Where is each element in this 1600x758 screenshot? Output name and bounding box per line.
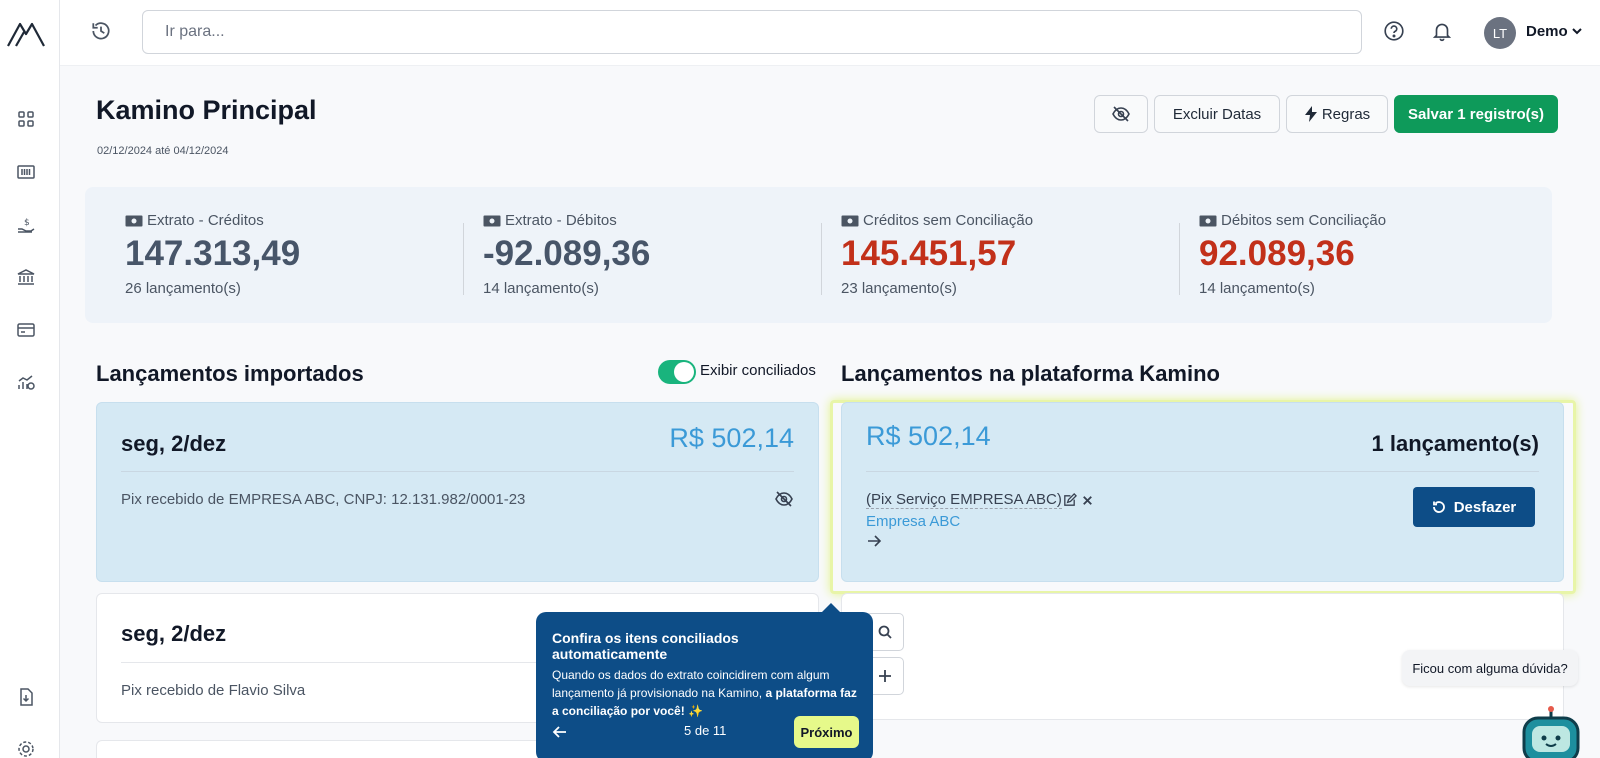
stat-extrato-debitos: Extrato - Débitos -92.089,36 14 lançamen… (483, 212, 813, 297)
entry-amount: R$ 502,14 (669, 423, 794, 453)
svg-text:$: $ (24, 218, 30, 228)
entry-date: seg, 2/dez (121, 621, 227, 646)
platform-entry-description[interactable]: (Pix Serviço EMPRESA ABC) (866, 491, 1062, 509)
divider (463, 223, 464, 295)
platform-count: 1 lançamento(s) (1371, 431, 1540, 456)
cash-icon (841, 215, 859, 226)
plus-icon (879, 670, 891, 682)
help-icon[interactable] (1383, 20, 1405, 42)
close-icon[interactable] (1080, 493, 1095, 508)
delete-dates-button[interactable]: Excluir Datas (1154, 95, 1280, 133)
show-reconciled-label: Exibir conciliados (700, 362, 816, 379)
tour-body: Quando os dados do extrato coincidirem c… (552, 666, 857, 720)
stat-value: -92.089,36 (483, 234, 651, 273)
tour-step-indicator: 5 de 11 (684, 723, 727, 738)
show-reconciled-toggle[interactable] (658, 360, 696, 384)
stat-count: 23 lançamento(s) (841, 279, 957, 297)
entry-description: Pix recebido de Flavio Silva (121, 682, 306, 699)
stat-count: 14 lançamento(s) (1199, 279, 1315, 297)
stat-count: 26 lançamento(s) (125, 279, 241, 297)
chevron-down-icon[interactable] (1570, 24, 1584, 38)
help-chat-bubble[interactable]: Ficou com alguma dúvida? (1402, 650, 1578, 686)
page-title: Kamino Principal (96, 95, 317, 125)
cash-icon (125, 215, 143, 226)
undo-icon (1432, 501, 1445, 513)
history-icon[interactable] (90, 20, 112, 42)
stat-debitos-sem-conciliacao: Débitos sem Conciliação 92.089,36 14 lan… (1199, 212, 1529, 297)
rules-button[interactable]: Regras (1286, 95, 1388, 133)
stat-value: 92.089,36 (1199, 234, 1355, 273)
topbar: LT Demo (60, 0, 1600, 66)
undo-label: Desfazer (1453, 498, 1517, 516)
hand-money-icon[interactable]: $ (15, 214, 37, 236)
eye-off-icon (1112, 106, 1130, 122)
search-input[interactable] (142, 10, 1362, 54)
cash-icon (483, 215, 501, 226)
chat-bot-icon[interactable] (1518, 706, 1584, 758)
save-records-label: Salvar 1 registro(s) (1408, 105, 1544, 123)
sidebar: $ (0, 0, 60, 758)
search-icon (878, 625, 892, 639)
stat-label: Extrato - Créditos (147, 212, 264, 229)
stat-label: Créditos sem Conciliação (863, 212, 1034, 229)
entry-description: Pix recebido de EMPRESA ABC, CNPJ: 12.13… (121, 491, 526, 508)
tour-tooltip: Confira os itens conciliados automaticam… (536, 603, 873, 758)
stat-label: Débitos sem Conciliação (1221, 212, 1387, 229)
platform-amount: R$ 502,14 (866, 421, 991, 451)
dashboard-icon[interactable] (15, 108, 37, 130)
user-name[interactable]: Demo (1526, 23, 1568, 40)
tour-next-button[interactable]: Próximo (794, 716, 859, 748)
download-file-icon[interactable] (15, 686, 37, 708)
stat-extrato-creditos: Extrato - Créditos 147.313,49 26 lançame… (125, 212, 455, 297)
imported-entry-card[interactable]: seg, 2/dez R$ 502,14 Pix recebido de EMP… (96, 402, 819, 582)
chart-money-icon[interactable] (15, 371, 37, 393)
tour-title: Confira os itens conciliados automaticam… (552, 630, 739, 662)
entry-date: seg, 2/dez (121, 431, 227, 456)
divider (121, 471, 794, 472)
stat-label: Extrato - Débitos (505, 212, 617, 229)
stat-value: 145.451,57 (841, 234, 1017, 273)
user-avatar[interactable]: LT (1484, 17, 1516, 49)
credit-card-icon[interactable] (15, 319, 37, 341)
kamino-logo[interactable] (6, 18, 46, 50)
notifications-bell-icon[interactable] (1431, 20, 1453, 42)
stat-value: 147.313,49 (125, 234, 301, 273)
hide-reconciled-button[interactable] (1094, 95, 1148, 133)
eye-off-icon[interactable] (774, 489, 794, 509)
arrow-right-icon[interactable] (866, 533, 882, 549)
stat-count: 14 lançamento(s) (483, 279, 599, 297)
date-range: 02/12/2024 até 04/12/2024 (97, 145, 229, 157)
divider (821, 223, 822, 295)
lightning-icon (1304, 106, 1317, 122)
stat-creditos-sem-conciliacao: Créditos sem Conciliação 145.451,57 23 l… (841, 212, 1171, 297)
undo-button[interactable]: Desfazer (1413, 487, 1535, 527)
imported-section-title: Lançamentos importados (96, 361, 364, 386)
divider (866, 471, 1539, 472)
company-link[interactable]: Empresa ABC (866, 513, 960, 530)
divider (1179, 223, 1180, 295)
barcode-icon[interactable] (15, 161, 37, 183)
bank-icon[interactable] (15, 266, 37, 288)
platform-section-title: Lançamentos na plataforma Kamino (841, 361, 1220, 386)
platform-entry-card[interactable]: R$ 502,14 1 lançamento(s) (Pix Serviço E… (841, 402, 1564, 582)
summary-stats: Extrato - Créditos 147.313,49 26 lançame… (85, 187, 1552, 323)
arrow-left-icon[interactable] (552, 724, 568, 740)
edit-icon[interactable] (1062, 493, 1077, 508)
settings-gear-icon[interactable] (15, 738, 37, 758)
delete-dates-label: Excluir Datas (1172, 105, 1262, 123)
rules-label: Regras (1321, 105, 1371, 123)
save-records-button[interactable]: Salvar 1 registro(s) (1394, 95, 1558, 133)
cash-icon (1199, 215, 1217, 226)
